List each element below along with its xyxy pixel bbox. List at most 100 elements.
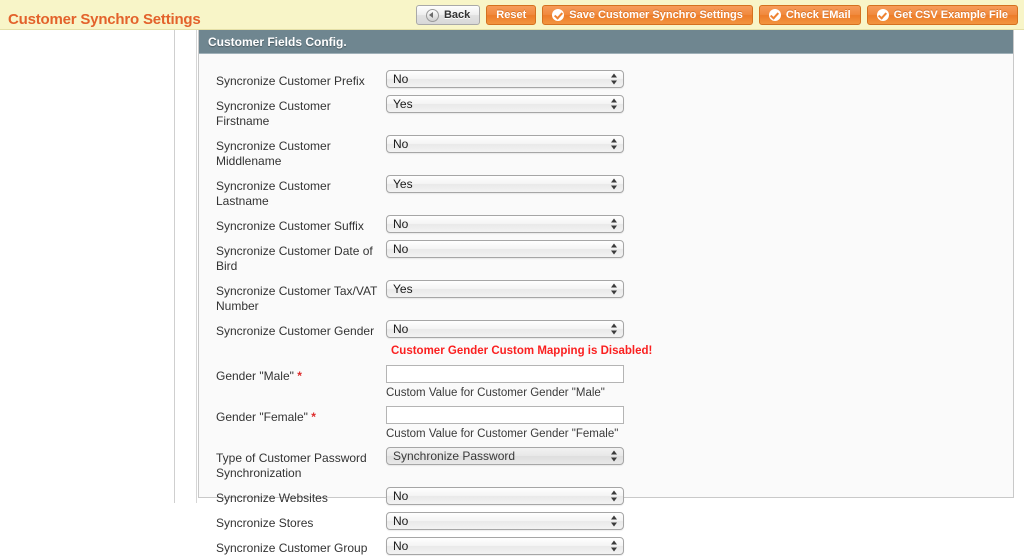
stepper-arrows-icon	[611, 450, 618, 463]
field-row-syncronize-customer-suffix: Syncronize Customer Suffix No	[199, 215, 1013, 234]
syncronize-customer-suffix-control: No	[386, 215, 624, 233]
syncronize-customer-lastname-control: Yes	[386, 175, 624, 193]
stepper-arrows-icon	[611, 218, 618, 231]
required-asterisk-icon: *	[293, 369, 302, 383]
field-row-syncronize-websites: Syncronize Websites No	[199, 487, 1013, 506]
syncronize-websites-select[interactable]: No	[386, 487, 624, 505]
syncronize-customer-date-of-bird-label: Syncronize Customer Date of Bird	[216, 244, 373, 273]
syncronize-customer-tax-vat-number-label: Syncronize Customer Tax/VAT Number	[216, 284, 378, 313]
syncronize-customer-lastname-select[interactable]: Yes	[386, 175, 624, 193]
syncronize-customer-suffix-selected-value: No	[393, 217, 409, 231]
header-button-bar: Back Reset Save Customer Synchro Settings C…	[415, 5, 1018, 25]
back-circle-icon	[425, 8, 439, 22]
page-title: Customer Synchro Settings	[8, 11, 201, 28]
type-of-customer-password-synchronization-control: Synchronize Password	[386, 447, 624, 465]
button-label: Get CSV Example File	[893, 9, 1008, 21]
syncronize-customer-gender-label: Syncronize Customer Gender	[216, 324, 375, 338]
button-label: Check EMail	[785, 9, 851, 21]
syncronize-customer-gender-selected-value: No	[393, 322, 409, 336]
field-row-gender-male-field: Gender "Male" * Custom Value for Customer…	[199, 365, 1013, 400]
syncronize-stores-select[interactable]: No	[386, 512, 624, 530]
syncronize-stores-selected-value: No	[393, 514, 409, 528]
syncronize-customer-suffix-label: Syncronize Customer Suffix	[216, 219, 364, 233]
syncronize-websites-control: No	[386, 487, 624, 505]
syncronize-customer-prefix-label: Syncronize Customer Prefix	[216, 74, 365, 88]
syncronize-customer-date-of-bird-control: No	[386, 240, 624, 258]
check-circle-icon	[552, 9, 565, 21]
syncronize-customer-gender-control: No	[386, 320, 624, 338]
button-label: Back	[443, 9, 471, 21]
field-row-syncronize-customer-lastname: Syncronize Customer Lastname Yes	[199, 175, 1013, 209]
stepper-arrows-icon	[611, 98, 618, 111]
syncronize-customer-gender-select[interactable]: No	[386, 320, 624, 338]
get-csv-example-file-button[interactable]: Get CSV Example File	[866, 5, 1018, 25]
syncronize-websites-label: Syncronize Websites	[216, 491, 328, 505]
stepper-arrows-icon	[611, 540, 618, 553]
syncronize-customer-prefix-control: No	[386, 70, 624, 88]
reset-button[interactable]: Reset	[486, 5, 537, 25]
syncronize-customer-prefix-select[interactable]: No	[386, 70, 624, 88]
check-circle-icon	[876, 9, 889, 21]
field-row-type-of-customer-password-synchronization: Type of Customer Password Synchronizatio…	[199, 447, 1013, 481]
syncronize-customer-firstname-label: Syncronize Customer Firstname	[216, 99, 331, 128]
sticky-header-bar: Customer Synchro Settings Back Reset Save …	[0, 0, 1024, 30]
panel-header: Customer Fields Config.	[199, 30, 1013, 54]
syncronize-customer-middlename-control: No	[386, 135, 624, 153]
syncronize-customer-tax-vat-number-select[interactable]: Yes	[386, 280, 624, 298]
syncronize-customer-firstname-control: Yes	[386, 95, 624, 113]
syncronize-customer-lastname-label: Syncronize Customer Lastname	[216, 179, 331, 208]
type-of-customer-password-synchronization-label: Type of Customer Password Synchronizatio…	[216, 451, 367, 480]
gender-male-field-control: Custom Value for Customer Gender "Male"	[386, 365, 624, 400]
notice-spacer	[216, 345, 386, 357]
field-row-syncronize-customer-firstname: Syncronize Customer Firstname Yes	[199, 95, 1013, 129]
required-asterisk-icon: *	[307, 410, 316, 424]
gender-mapping-disabled-notice: Customer Gender Custom Mapping is Disabl…	[391, 345, 653, 357]
syncronize-customer-middlename-label: Syncronize Customer Middlename	[216, 139, 331, 168]
field-row-syncronize-stores: Syncronize Stores No	[199, 512, 1013, 531]
button-label: Reset	[496, 9, 527, 21]
syncronize-customer-group-selected-value: No	[393, 539, 409, 553]
syncronize-customer-lastname-selected-value: Yes	[393, 177, 413, 191]
gender-female-field-input[interactable]	[386, 406, 624, 424]
field-row-syncronize-customer-group: Syncronize Customer Group No	[199, 537, 1013, 556]
syncronize-stores-label: Syncronize Stores	[216, 516, 314, 530]
type-of-customer-password-synchronization-select[interactable]: Synchronize Password	[386, 447, 624, 465]
syncronize-customer-middlename-select[interactable]: No	[386, 135, 624, 153]
syncronize-customer-tax-vat-number-control: Yes	[386, 280, 624, 298]
syncronize-customer-firstname-selected-value: Yes	[393, 97, 413, 111]
gender-male-field-input[interactable]	[386, 365, 624, 383]
left-pane	[0, 30, 175, 503]
check-circle-icon	[768, 9, 781, 21]
save-customer-synchro-settings-button[interactable]: Save Customer Synchro Settings	[542, 5, 753, 25]
syncronize-customer-suffix-select[interactable]: No	[386, 215, 624, 233]
syncronize-customer-date-of-bird-select[interactable]: No	[386, 240, 624, 258]
gender-male-field-label: Gender "Male" *	[216, 365, 386, 384]
customer-fields-config-panel: Customer Fields Config. Syncronize Custo…	[198, 30, 1014, 555]
syncronize-customer-prefix-selected-value: No	[393, 72, 409, 86]
gender-female-field-label-text: Gender "Female"	[216, 410, 308, 424]
field-row-syncronize-customer-date-of-bird: Syncronize Customer Date of Bird No	[199, 240, 1013, 274]
stepper-arrows-icon	[611, 138, 618, 151]
syncronize-stores-control: No	[386, 512, 624, 530]
stepper-arrows-icon	[611, 243, 618, 256]
stepper-arrows-icon	[611, 73, 618, 86]
syncronize-customer-firstname-select[interactable]: Yes	[386, 95, 624, 113]
field-row-syncronize-customer-middlename: Syncronize Customer Middlename No	[199, 135, 1013, 169]
gender-female-field-label: Gender "Female" *	[216, 406, 386, 425]
syncronize-customer-group-select[interactable]: No	[386, 537, 624, 555]
back-button[interactable]: Back	[415, 5, 481, 25]
syncronize-customer-tax-vat-number-selected-value: Yes	[393, 282, 413, 296]
syncronize-customer-group-label: Syncronize Customer Group	[216, 541, 368, 555]
field-row-syncronize-customer-tax-vat-number: Syncronize Customer Tax/VAT Number Yes	[199, 280, 1013, 314]
field-row-syncronize-customer-gender: Syncronize Customer Gender No	[199, 320, 1013, 339]
stepper-arrows-icon	[611, 515, 618, 528]
panel-header-title: Customer Fields Config.	[208, 34, 347, 49]
content-gutter	[176, 30, 197, 503]
type-of-customer-password-synchronization-selected-value: Synchronize Password	[393, 449, 516, 463]
notice-row-gender-mapping-disabled-notice: Customer Gender Custom Mapping is Disabl…	[199, 345, 1013, 357]
check-email-button[interactable]: Check EMail	[758, 5, 861, 25]
field-row-syncronize-customer-prefix: Syncronize Customer Prefix No	[199, 70, 1013, 89]
syncronize-customer-group-control: No	[386, 537, 624, 555]
gender-female-field-control: Custom Value for Customer Gender "Female…	[386, 406, 624, 441]
syncronize-customer-middlename-selected-value: No	[393, 137, 409, 151]
